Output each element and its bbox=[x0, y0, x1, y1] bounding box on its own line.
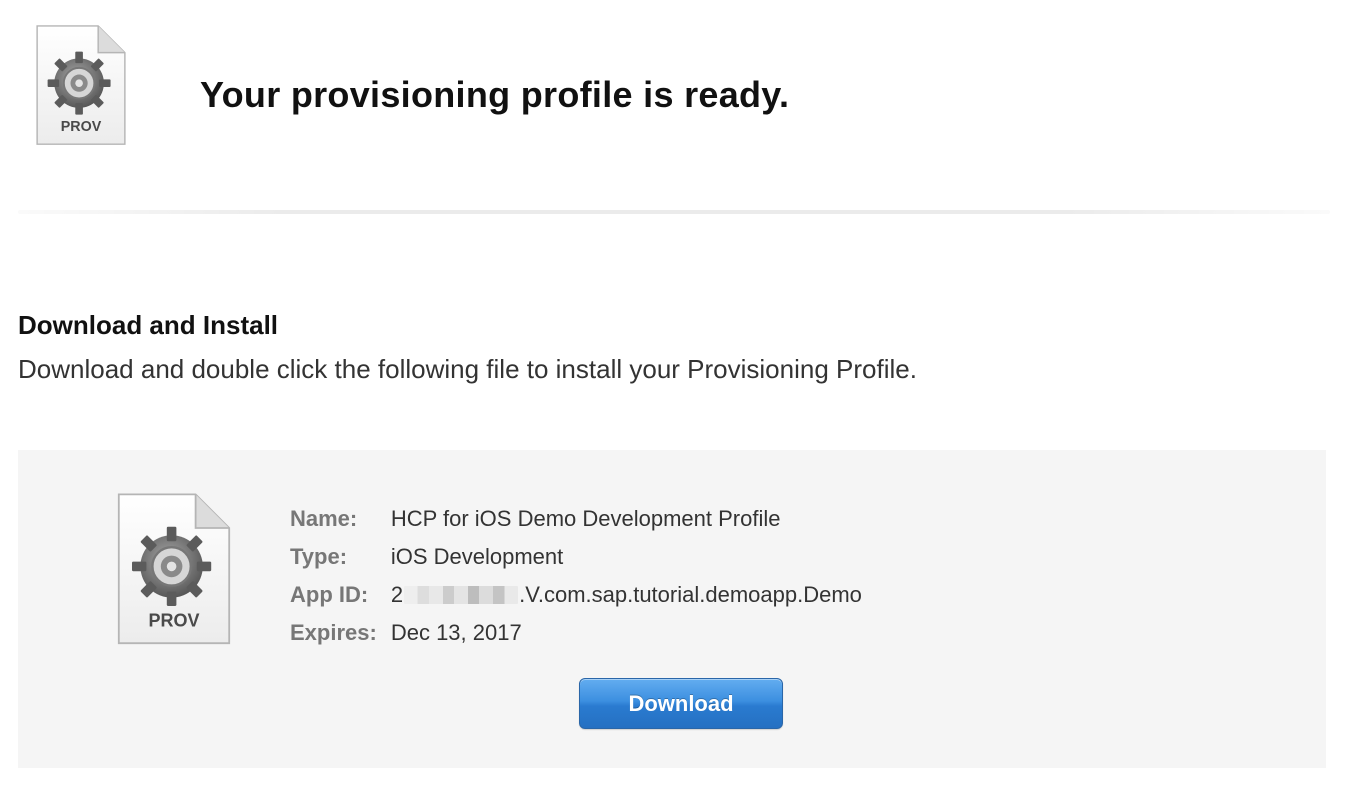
header-divider bbox=[18, 210, 1330, 214]
app-id-prefix: 2 bbox=[390, 582, 404, 607]
type-label: Type: bbox=[290, 544, 348, 569]
redacted-team-id bbox=[404, 586, 519, 604]
prov-file-label: PROV bbox=[61, 119, 102, 135]
detail-row-expires: Expires: Dec 13, 2017 bbox=[290, 614, 862, 652]
prov-file-label: PROV bbox=[148, 610, 199, 630]
detail-row-name: Name: HCP for iOS Demo Development Profi… bbox=[290, 500, 862, 538]
profile-panel: PROV Name: HCP for iOS Demo Development … bbox=[18, 450, 1326, 768]
name-value: HCP for iOS Demo Development Profile bbox=[390, 506, 781, 531]
page-title: Your provisioning profile is ready. bbox=[200, 74, 790, 115]
app-id-suffix: .V.com.sap.tutorial.demoapp.Demo bbox=[519, 582, 862, 607]
expires-label: Expires: bbox=[290, 620, 377, 645]
section-heading: Download and Install bbox=[18, 310, 279, 340]
name-label: Name: bbox=[290, 506, 358, 531]
app-id-label: App ID: bbox=[290, 582, 369, 607]
expires-value: Dec 13, 2017 bbox=[390, 620, 522, 645]
provisioning-profile-page: PROV Your provisioning profile is ready.… bbox=[0, 0, 1348, 798]
prov-file-icon: PROV bbox=[33, 24, 129, 148]
profile-details: Name: HCP for iOS Demo Development Profi… bbox=[290, 500, 862, 652]
prov-file-icon: PROV bbox=[114, 492, 234, 648]
type-value: iOS Development bbox=[390, 544, 564, 569]
section-description: Download and double click the following … bbox=[18, 354, 917, 384]
download-button[interactable]: Download bbox=[579, 678, 783, 729]
app-id-value: 2 .V.com.sap.tutorial.demoapp.Demo bbox=[391, 576, 862, 614]
detail-row-type: Type: iOS Development bbox=[290, 538, 862, 576]
detail-row-app-id: App ID: 2 .V.com.sap.tutorial.demoapp.Dem… bbox=[290, 576, 862, 614]
